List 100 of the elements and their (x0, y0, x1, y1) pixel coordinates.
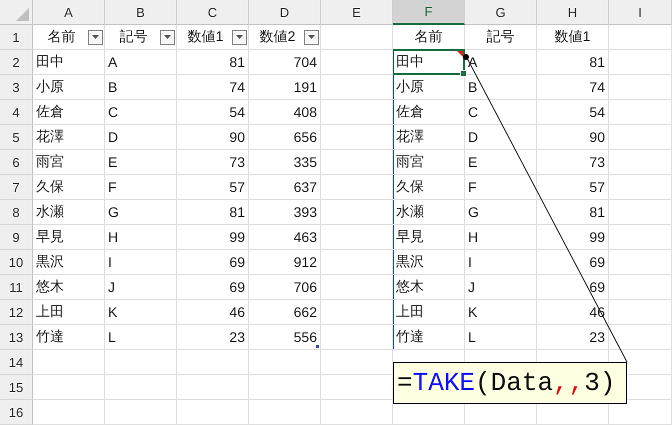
column-header[interactable]: D (249, 0, 321, 25)
table-cell: 69 (537, 275, 609, 300)
table-cell: 佐倉 (33, 100, 105, 125)
empty-cell (321, 400, 393, 425)
table-cell: D (105, 125, 177, 150)
empty-cell (321, 125, 393, 150)
column-header[interactable]: E (321, 0, 393, 25)
table-cell: K (105, 300, 177, 325)
empty-cell (321, 275, 393, 300)
table-cell: J (105, 275, 177, 300)
empty-cell (321, 175, 393, 200)
row-header[interactable]: 11 (0, 275, 33, 300)
table-cell: J (465, 275, 537, 300)
empty-cell (321, 225, 393, 250)
table-cell: C (465, 100, 537, 125)
caret-icon (92, 35, 99, 39)
table-cell: 雨宮 (33, 150, 105, 175)
row-header[interactable]: 12 (0, 300, 33, 325)
column-header[interactable]: A (33, 0, 105, 25)
row-header[interactable]: 9 (0, 225, 33, 250)
table-cell: 早見 (393, 225, 465, 250)
column-header[interactable]: F (393, 0, 465, 25)
filter-button[interactable] (160, 30, 175, 44)
table-cell: 54 (177, 100, 249, 125)
table-cell: 637 (249, 175, 321, 200)
table-cell: K (465, 300, 537, 325)
empty-cell (105, 400, 177, 425)
column-label: 記号 (118, 28, 148, 46)
table-cell: B (105, 75, 177, 100)
table-cell: 黒沢 (393, 250, 465, 275)
empty-cell (609, 125, 672, 150)
table-cell: 99 (177, 225, 249, 250)
empty-cell (609, 200, 672, 225)
filter-button[interactable] (304, 30, 319, 44)
empty-cell (249, 400, 321, 425)
resize-handle-icon[interactable] (316, 345, 319, 348)
table-cell: F (105, 175, 177, 200)
column-label: 数値1 (186, 28, 224, 46)
table-cell: 水瀬 (393, 200, 465, 225)
empty-cell (609, 100, 672, 125)
empty-cell (321, 250, 393, 275)
table-cell: G (105, 200, 177, 225)
table-cell: 99 (537, 225, 609, 250)
filter-button[interactable] (88, 30, 103, 44)
caret-icon (308, 35, 315, 39)
table-cell: 上田 (393, 300, 465, 325)
empty-cell (609, 225, 672, 250)
empty-cell (609, 50, 672, 75)
table-cell: 竹達 (33, 325, 105, 350)
empty-cell (609, 175, 672, 200)
row-header[interactable]: 8 (0, 200, 33, 225)
column-header[interactable]: I (609, 0, 672, 25)
table-cell: 706 (249, 275, 321, 300)
row-header[interactable]: 14 (0, 350, 33, 375)
table-cell: 佐倉 (393, 100, 465, 125)
table-cell: 69 (537, 250, 609, 275)
column-header[interactable]: C (177, 0, 249, 25)
row-header[interactable]: 2 (0, 50, 33, 75)
table-cell: 花澤 (33, 125, 105, 150)
table-cell: 田中 (33, 50, 105, 75)
row-header[interactable]: 16 (0, 400, 33, 425)
filter-button[interactable] (232, 30, 247, 44)
table-cell: 23 (177, 325, 249, 350)
table-cell: 23 (537, 325, 609, 350)
table-cell: 69 (177, 250, 249, 275)
table-cell: 81 (537, 200, 609, 225)
table-cell: I (465, 250, 537, 275)
table-cell: 408 (249, 100, 321, 125)
column-label: 数値2 (258, 28, 296, 46)
empty-cell (321, 200, 393, 225)
empty-cell (609, 325, 672, 350)
table-cell: 57 (537, 175, 609, 200)
table-cell: 久保 (33, 175, 105, 200)
row-header[interactable]: 13 (0, 325, 33, 350)
row-header[interactable]: 15 (0, 375, 33, 400)
table-cell: 悠木 (393, 275, 465, 300)
header-cell: 数値1 (537, 25, 609, 50)
empty-cell (177, 400, 249, 425)
row-header[interactable]: 6 (0, 150, 33, 175)
row-header[interactable]: 7 (0, 175, 33, 200)
table-cell: 悠木 (33, 275, 105, 300)
row-header[interactable]: 4 (0, 100, 33, 125)
column-header[interactable]: H (537, 0, 609, 25)
row-header[interactable]: 10 (0, 250, 33, 275)
empty-cell (609, 25, 672, 50)
table-cell: 73 (177, 150, 249, 175)
row-header[interactable]: 5 (0, 125, 33, 150)
row-header[interactable]: 1 (0, 25, 33, 50)
table-cell: 912 (249, 250, 321, 275)
empty-cell (249, 350, 321, 375)
empty-cell (321, 150, 393, 175)
table-cell: E (465, 150, 537, 175)
empty-cell (609, 75, 672, 100)
row-header[interactable]: 3 (0, 75, 33, 100)
table-cell: 656 (249, 125, 321, 150)
empty-cell (177, 375, 249, 400)
column-header[interactable]: B (105, 0, 177, 25)
header-cell: 記号 (465, 25, 537, 50)
column-header[interactable]: G (465, 0, 537, 25)
empty-cell (177, 350, 249, 375)
